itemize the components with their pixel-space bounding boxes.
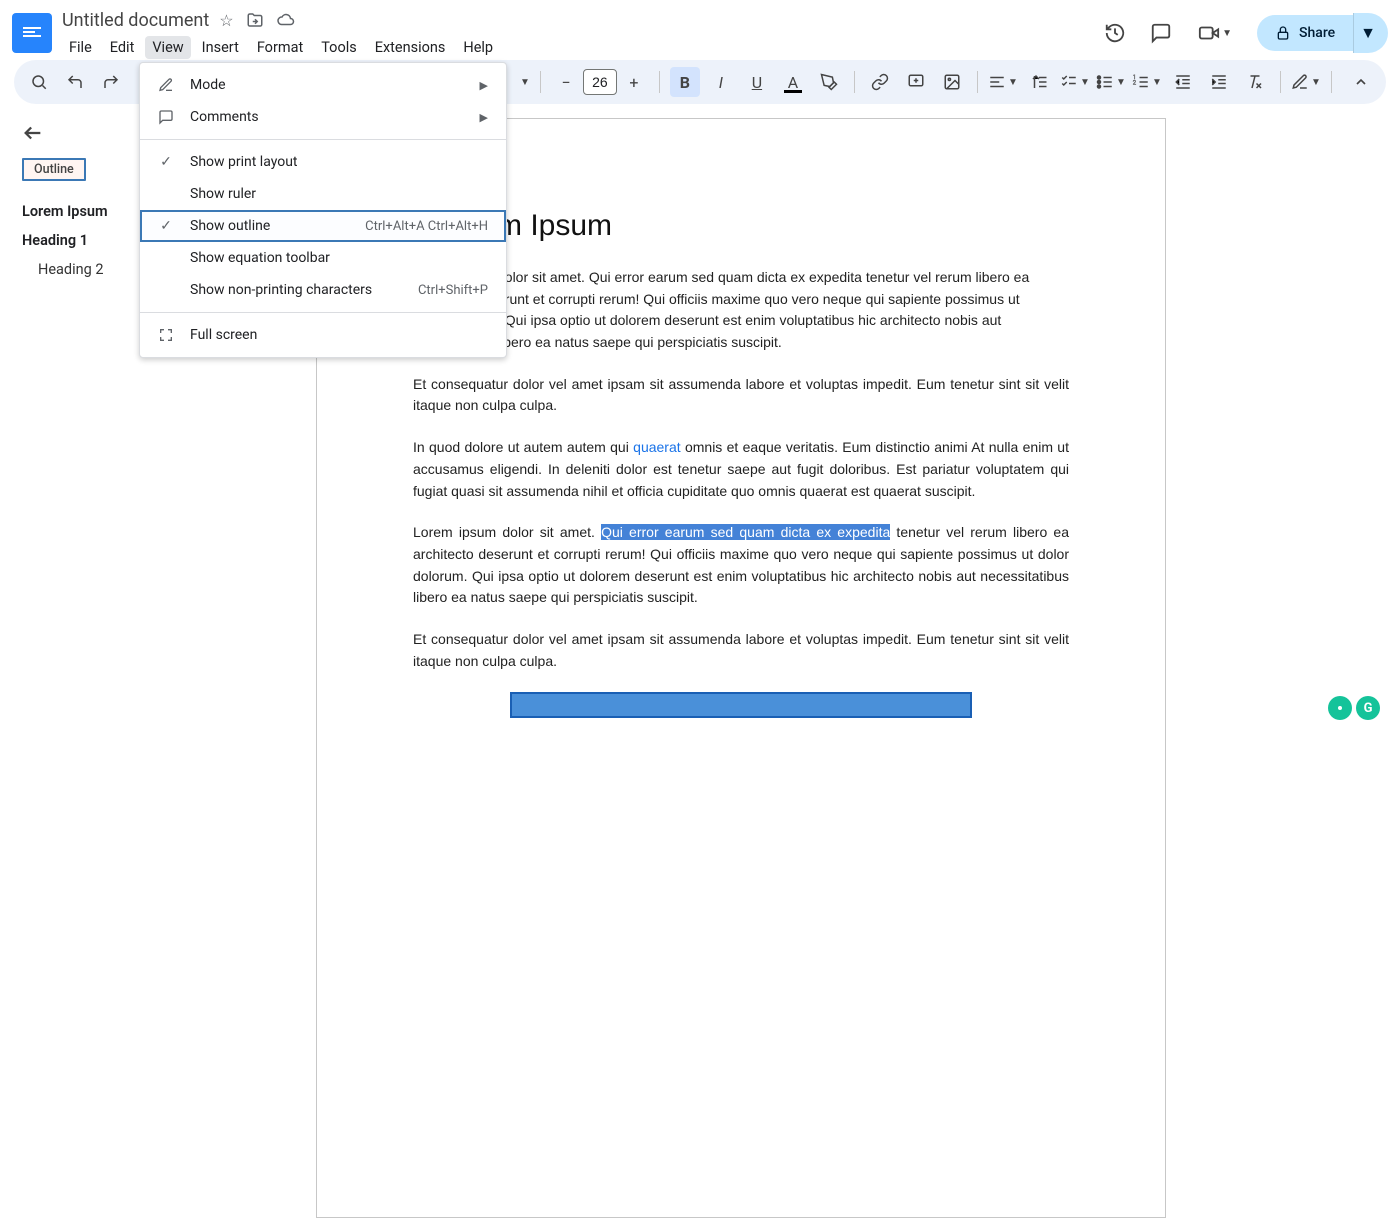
menu-extensions[interactable]: Extensions: [368, 36, 453, 59]
view-outline-item[interactable]: ✓ Show outline Ctrl+Alt+A Ctrl+Alt+H: [140, 210, 506, 242]
menu-file[interactable]: File: [62, 36, 99, 59]
comments-icon[interactable]: [1149, 21, 1173, 45]
meet-icon[interactable]: ▼: [1195, 21, 1235, 45]
view-nonprinting-item[interactable]: Show non-printing characters Ctrl+Shift+…: [140, 274, 506, 306]
paragraph: Et consequatur dolor vel amet ipsam sit …: [413, 374, 1069, 417]
docs-logo[interactable]: [12, 13, 52, 53]
outline-label: Outline: [22, 158, 86, 181]
menu-view[interactable]: View: [145, 36, 190, 59]
doc-heading: m Ipsum: [497, 209, 1069, 243]
document-link[interactable]: quaerat: [633, 439, 680, 455]
history-icon[interactable]: [1103, 21, 1127, 45]
undo-icon[interactable]: [60, 67, 90, 97]
view-ruler-item[interactable]: Show ruler: [140, 178, 506, 210]
share-label: Share: [1299, 25, 1335, 41]
move-icon[interactable]: [246, 11, 264, 30]
fullscreen-icon: [156, 327, 176, 343]
svg-text:2: 2: [1133, 79, 1137, 86]
menu-edit[interactable]: Edit: [103, 36, 142, 59]
view-menu-dropdown: Mode ▶ Comments ▶ ✓ Show print layout Sh…: [139, 62, 507, 358]
checklist-button[interactable]: ▼: [1060, 67, 1090, 97]
insert-link-icon[interactable]: [865, 67, 895, 97]
paragraph: Lorem ipsum dolor sit amet. Qui error ea…: [413, 522, 1069, 609]
collapse-toolbar-icon[interactable]: [1346, 67, 1376, 97]
view-mode-item[interactable]: Mode ▶: [140, 69, 506, 101]
menubar: File Edit View Insert Format Tools Exten…: [62, 36, 500, 59]
view-print-layout-item[interactable]: ✓ Show print layout: [140, 146, 506, 178]
share-button[interactable]: Share: [1257, 15, 1353, 51]
font-size-input[interactable]: [583, 69, 617, 95]
comment-icon: [156, 109, 176, 125]
cloud-status-icon[interactable]: [276, 11, 296, 30]
text-color-button[interactable]: A: [778, 67, 808, 97]
menu-help[interactable]: Help: [456, 36, 500, 59]
submenu-arrow-icon: ▶: [480, 79, 488, 92]
font-size-increase[interactable]: +: [619, 67, 649, 97]
numbered-list-button[interactable]: 12▼: [1132, 67, 1162, 97]
menu-insert[interactable]: Insert: [195, 36, 246, 59]
pencil-icon: [156, 77, 176, 93]
paragraph: dolor sit amet. Qui error earum sed quam…: [413, 267, 1069, 354]
insert-image-icon[interactable]: [937, 67, 967, 97]
grammarly-icon: G: [1356, 696, 1380, 720]
highlight-button[interactable]: [814, 67, 844, 97]
menu-tools[interactable]: Tools: [314, 36, 364, 59]
grammarly-icon: [1328, 696, 1352, 720]
editing-mode-button[interactable]: ▼: [1291, 67, 1321, 97]
text-selection: Qui error earum sed quam dicta ex expedi…: [601, 524, 890, 540]
paragraph: In quod dolore ut autem autem qui quaera…: [413, 437, 1069, 502]
styles-dropdown[interactable]: ▼: [520, 77, 530, 88]
search-icon[interactable]: [24, 67, 54, 97]
view-fullscreen-item[interactable]: Full screen: [140, 319, 506, 351]
indent-increase-icon[interactable]: [1204, 67, 1234, 97]
check-icon: ✓: [156, 154, 176, 170]
check-icon: ✓: [156, 218, 176, 234]
menu-format[interactable]: Format: [250, 36, 310, 59]
line-spacing-button[interactable]: [1024, 67, 1054, 97]
doc-title[interactable]: Untitled document: [62, 10, 209, 31]
redo-icon[interactable]: [96, 67, 126, 97]
star-icon[interactable]: ☆: [219, 11, 233, 30]
submenu-arrow-icon: ▶: [480, 111, 488, 124]
align-button[interactable]: ▼: [988, 67, 1018, 97]
add-comment-icon[interactable]: [901, 67, 931, 97]
clear-formatting-icon[interactable]: [1240, 67, 1270, 97]
share-caret[interactable]: ▼: [1353, 13, 1388, 53]
paragraph: Et consequatur dolor vel amet ipsam sit …: [413, 629, 1069, 672]
underline-button[interactable]: U: [742, 67, 772, 97]
grammarly-widget[interactable]: G: [1328, 696, 1380, 720]
bulleted-list-button[interactable]: ▼: [1096, 67, 1126, 97]
font-size-decrease[interactable]: −: [551, 67, 581, 97]
indent-decrease-icon[interactable]: [1168, 67, 1198, 97]
view-comments-item[interactable]: Comments ▶: [140, 101, 506, 133]
inline-image[interactable]: [510, 692, 972, 718]
bold-button[interactable]: B: [670, 67, 700, 97]
view-equation-toolbar-item[interactable]: Show equation toolbar: [140, 242, 506, 274]
italic-button[interactable]: I: [706, 67, 736, 97]
